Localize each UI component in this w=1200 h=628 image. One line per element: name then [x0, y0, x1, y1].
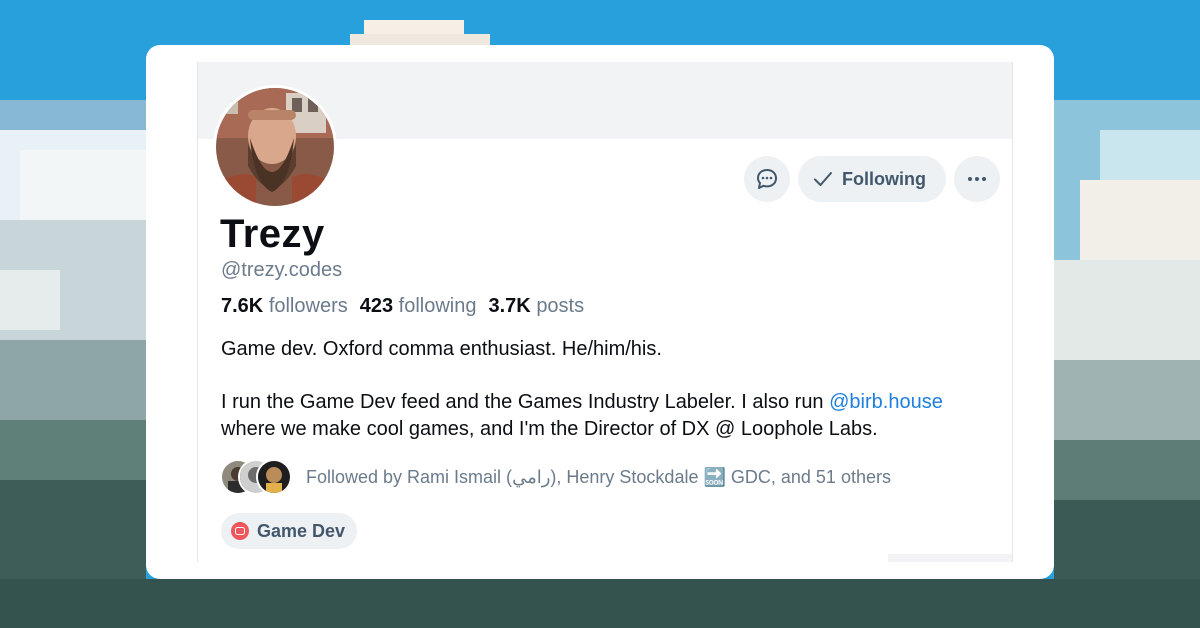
followed-by-prefix: Followed by Rami Ismail (رامي), Henry St… — [306, 466, 704, 487]
following-stat-label: following — [398, 295, 477, 317]
ellipsis-icon — [967, 177, 986, 181]
profile-stats: 7.6K followers 423 following 3.7K posts — [221, 295, 584, 318]
posts-stat: 3.7K posts — [489, 295, 585, 318]
following-count: 423 — [359, 295, 394, 317]
followers-stat[interactable]: 7.6K followers — [221, 295, 348, 318]
bio-text-before-mention: I run the Game Dev feed and the Games In… — [221, 391, 830, 413]
soon-emoji: 🔜 — [703, 466, 726, 487]
checkmark-icon — [814, 172, 832, 186]
followed-by-text: Followed by Rami Ismail (رامي), Henry St… — [306, 467, 891, 488]
divider — [888, 554, 1012, 562]
profile-handle: @trezy.codes — [221, 259, 343, 281]
posts-label: posts — [536, 295, 585, 317]
followers-count: 7.6K — [221, 295, 264, 317]
bio-line-1: Game dev. Oxford comma enthusiast. He/hi… — [221, 338, 662, 360]
display-name: Trezy — [220, 212, 325, 256]
feed-pill-label: Game Dev — [257, 520, 346, 541]
posts-count: 3.7K — [488, 295, 531, 317]
followed-by-row[interactable]: Followed by Rami Ismail (رامي), Henry St… — [220, 457, 891, 497]
avatar-photo — [216, 88, 334, 206]
followers-label: followers — [268, 295, 348, 317]
bio-paragraph-2: I run the Game Dev feed and the Games In… — [221, 389, 1001, 443]
profile-bio: Game dev. Oxford comma enthusiast. He/hi… — [221, 336, 1001, 469]
mention-link[interactable]: @birb.house — [829, 391, 943, 413]
following-label: Following — [842, 168, 926, 189]
following-stat[interactable]: 423 following — [360, 295, 477, 318]
profile-actions: Following — [744, 156, 1000, 202]
chat-bubble-icon — [757, 169, 777, 189]
feed-pill-game-dev[interactable]: Game Dev — [221, 513, 358, 549]
following-button[interactable]: Following — [798, 156, 946, 202]
followed-by-suffix: GDC, and 51 others — [725, 466, 891, 487]
bio-text-after-mention: where we make cool games, and I'm the Di… — [221, 418, 878, 440]
message-button[interactable] — [744, 156, 790, 202]
feed-icon — [231, 522, 249, 540]
profile-frame: Following Trezy @trezy.codes 7.6K follow… — [197, 62, 1013, 562]
more-options-button[interactable] — [953, 156, 1000, 202]
avatar[interactable] — [213, 85, 337, 209]
follower-avatar — [256, 459, 292, 495]
